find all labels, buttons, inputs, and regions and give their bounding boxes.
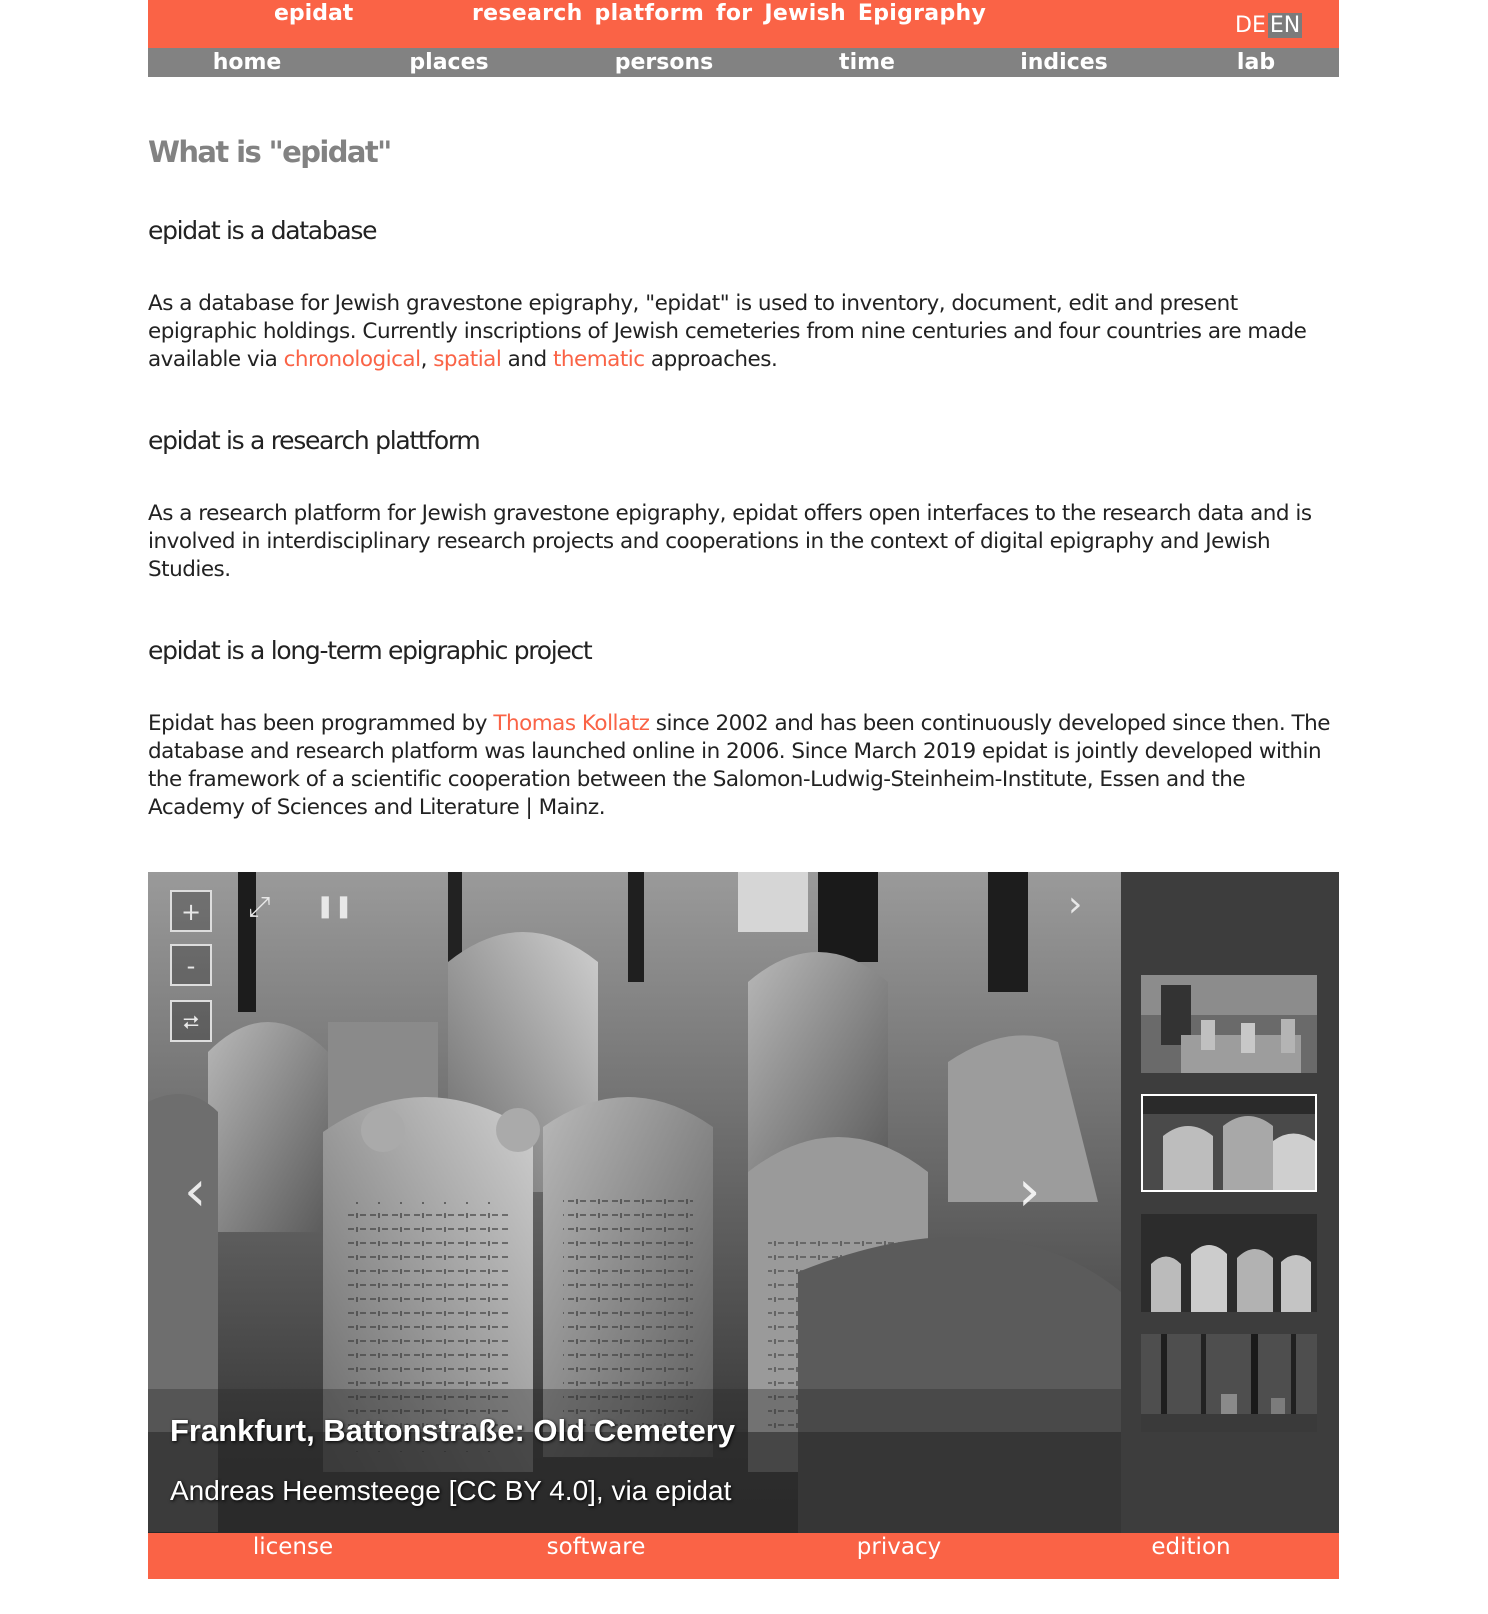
nav-persons[interactable]: persons — [615, 48, 713, 77]
main-nav: home places persons time indices lab — [148, 48, 1339, 77]
link-thomas-kollatz[interactable]: Thomas Kollatz — [493, 711, 650, 736]
link-chronological[interactable]: chronological — [284, 347, 421, 372]
prev-slide-icon[interactable]: ‹ — [184, 1162, 206, 1222]
footer-software-link[interactable]: software — [547, 1533, 646, 1561]
footer-edition-link[interactable]: edition — [1151, 1533, 1230, 1561]
lang-de-link[interactable]: DE — [1233, 13, 1268, 38]
site-brand[interactable]: epidat — [274, 0, 353, 28]
section-text-research: As a research platform for Jewish graves… — [148, 501, 1312, 582]
thumbnail-4[interactable] — [1141, 1334, 1317, 1432]
page-title: What is "epidat" — [148, 135, 392, 169]
thumbnail-3[interactable] — [1141, 1214, 1317, 1312]
fullscreen-icon[interactable]: ⤢ — [248, 890, 270, 924]
nav-indices[interactable]: indices — [1020, 48, 1108, 77]
pause-icon[interactable]: ❚❚ — [316, 890, 353, 924]
nav-lab[interactable]: lab — [1237, 48, 1275, 77]
link-spatial[interactable]: spatial — [433, 347, 502, 372]
thumbnail-strip — [1121, 872, 1339, 1533]
nav-time[interactable]: time — [839, 48, 895, 77]
nav-places[interactable]: places — [409, 48, 488, 77]
rotate-button[interactable]: ⮂ — [170, 1000, 212, 1042]
footer-license-link[interactable]: license — [253, 1533, 333, 1561]
zoom-out-button[interactable]: - — [170, 944, 212, 986]
section-heading-research: epidat is a research plattform — [148, 426, 481, 455]
slide-image[interactable]: + - ⮂ ⤢ ❚❚ › ‹ › Frankfurt, Battonstraße… — [148, 872, 1121, 1533]
nav-home[interactable]: home — [213, 48, 282, 77]
caption-credit: Andreas Heemsteege [CC BY 4.0], via epid… — [170, 1475, 732, 1506]
zoom-in-button[interactable]: + — [170, 890, 212, 932]
footer-privacy-link[interactable]: privacy — [857, 1533, 941, 1561]
text-fragment: Epidat has been programmed by — [148, 711, 494, 736]
page-wrapper: epidat research platform for Jewish Epig… — [148, 0, 1339, 1579]
footer-bar: license software privacy edition — [148, 1533, 1339, 1579]
thumbnail-1[interactable] — [1141, 975, 1317, 1073]
section-text-project: Epidat has been programmed by Thomas Kol… — [148, 710, 1343, 822]
section-heading-project: epidat is a long-term epigraphic project — [148, 636, 593, 665]
image-slideshow: + - ⮂ ⤢ ❚❚ › ‹ › Frankfurt, Battonstraße… — [148, 872, 1339, 1533]
next-slide-icon[interactable]: › — [1018, 1162, 1040, 1222]
text-fragment: approaches. — [644, 347, 778, 372]
lang-en-link[interactable]: EN — [1267, 13, 1303, 38]
slide-caption: Frankfurt, Battonstraße: Old Cemetery An… — [148, 1389, 1121, 1533]
thumbnail-2[interactable] — [1141, 1094, 1317, 1192]
next-top-icon[interactable]: › — [1068, 887, 1082, 923]
top-bar: epidat research platform for Jewish Epig… — [148, 0, 1339, 48]
link-thematic[interactable]: thematic — [553, 347, 645, 372]
section-heading-database: epidat is a database — [148, 216, 378, 245]
language-switcher: DE EN — [1233, 12, 1303, 40]
site-tagline: research platform for Jewish Epigraphy — [472, 1, 987, 26]
text-fragment: and — [501, 347, 553, 372]
text-fragment: , — [420, 347, 434, 372]
caption-title: Frankfurt, Battonstraße: Old Cemetery — [170, 1413, 735, 1448]
section-text-database: As a database for Jewish gravestone epig… — [148, 290, 1343, 374]
